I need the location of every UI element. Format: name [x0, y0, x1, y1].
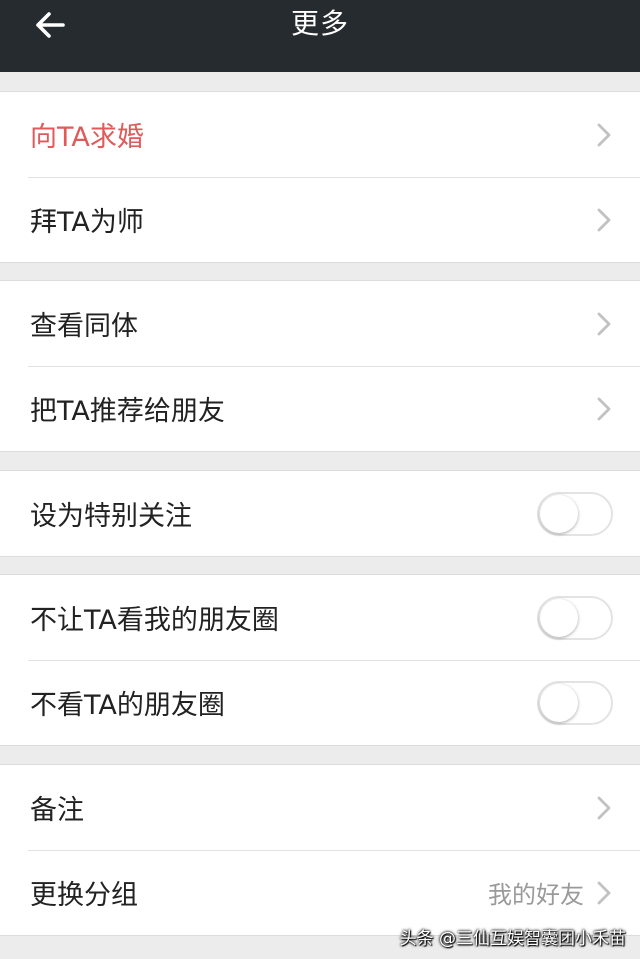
row-label: 备注: [30, 795, 84, 826]
row-label: 拜TA为师: [30, 207, 144, 238]
toggle-knob: [540, 598, 578, 637]
chevron-right-icon: [597, 208, 611, 231]
row-special-follow: 设为特别关注: [0, 471, 640, 556]
row-mentor[interactable]: 拜TA为师: [0, 177, 640, 262]
toggle-knob: [540, 683, 578, 722]
chevron-right-icon: [597, 312, 611, 335]
chevron-right-icon: [597, 123, 611, 146]
row-label: 不看TA的朋友圈: [30, 690, 225, 721]
settings-group-share: 查看同体 把TA推荐给朋友: [0, 280, 640, 452]
special-follow-toggle[interactable]: [537, 491, 613, 536]
row-label: 向TA求婚: [30, 122, 144, 153]
settings-group-relationship: 向TA求婚 拜TA为师: [0, 91, 640, 263]
current-group-value: 我的好友: [488, 881, 584, 909]
settings-group-follow: 设为特别关注: [0, 470, 640, 557]
settings-group-contact: 备注 更换分组 我的好友: [0, 764, 640, 936]
row-view-same[interactable]: 查看同体: [0, 281, 640, 366]
top-bar: 更多: [0, 0, 640, 72]
chevron-right-icon: [597, 397, 611, 420]
row-label: 设为特别关注: [30, 501, 192, 532]
row-label: 不让TA看我的朋友圈: [30, 605, 279, 636]
row-propose[interactable]: 向TA求婚: [0, 92, 640, 177]
row-change-group[interactable]: 更换分组 我的好友: [0, 850, 640, 935]
row-hide-their-moments: 不看TA的朋友圈: [0, 660, 640, 745]
chevron-right-icon: [597, 796, 611, 819]
row-recommend[interactable]: 把TA推荐给朋友: [0, 366, 640, 451]
row-label: 把TA推荐给朋友: [30, 396, 225, 427]
toggle-knob: [540, 494, 578, 533]
row-remark[interactable]: 备注: [0, 765, 640, 850]
settings-group-moments: 不让TA看我的朋友圈 不看TA的朋友圈: [0, 574, 640, 746]
watermark: 头条 @三仙互娱智囊团小禾苗: [399, 929, 626, 949]
row-hide-my-moments: 不让TA看我的朋友圈: [0, 575, 640, 660]
chevron-right-icon: [597, 881, 611, 904]
row-label: 更换分组: [30, 880, 138, 911]
hide-their-moments-toggle[interactable]: [537, 680, 613, 725]
hide-my-moments-toggle[interactable]: [537, 595, 613, 640]
page-title: 更多: [290, 7, 349, 40]
row-label: 查看同体: [30, 311, 138, 342]
